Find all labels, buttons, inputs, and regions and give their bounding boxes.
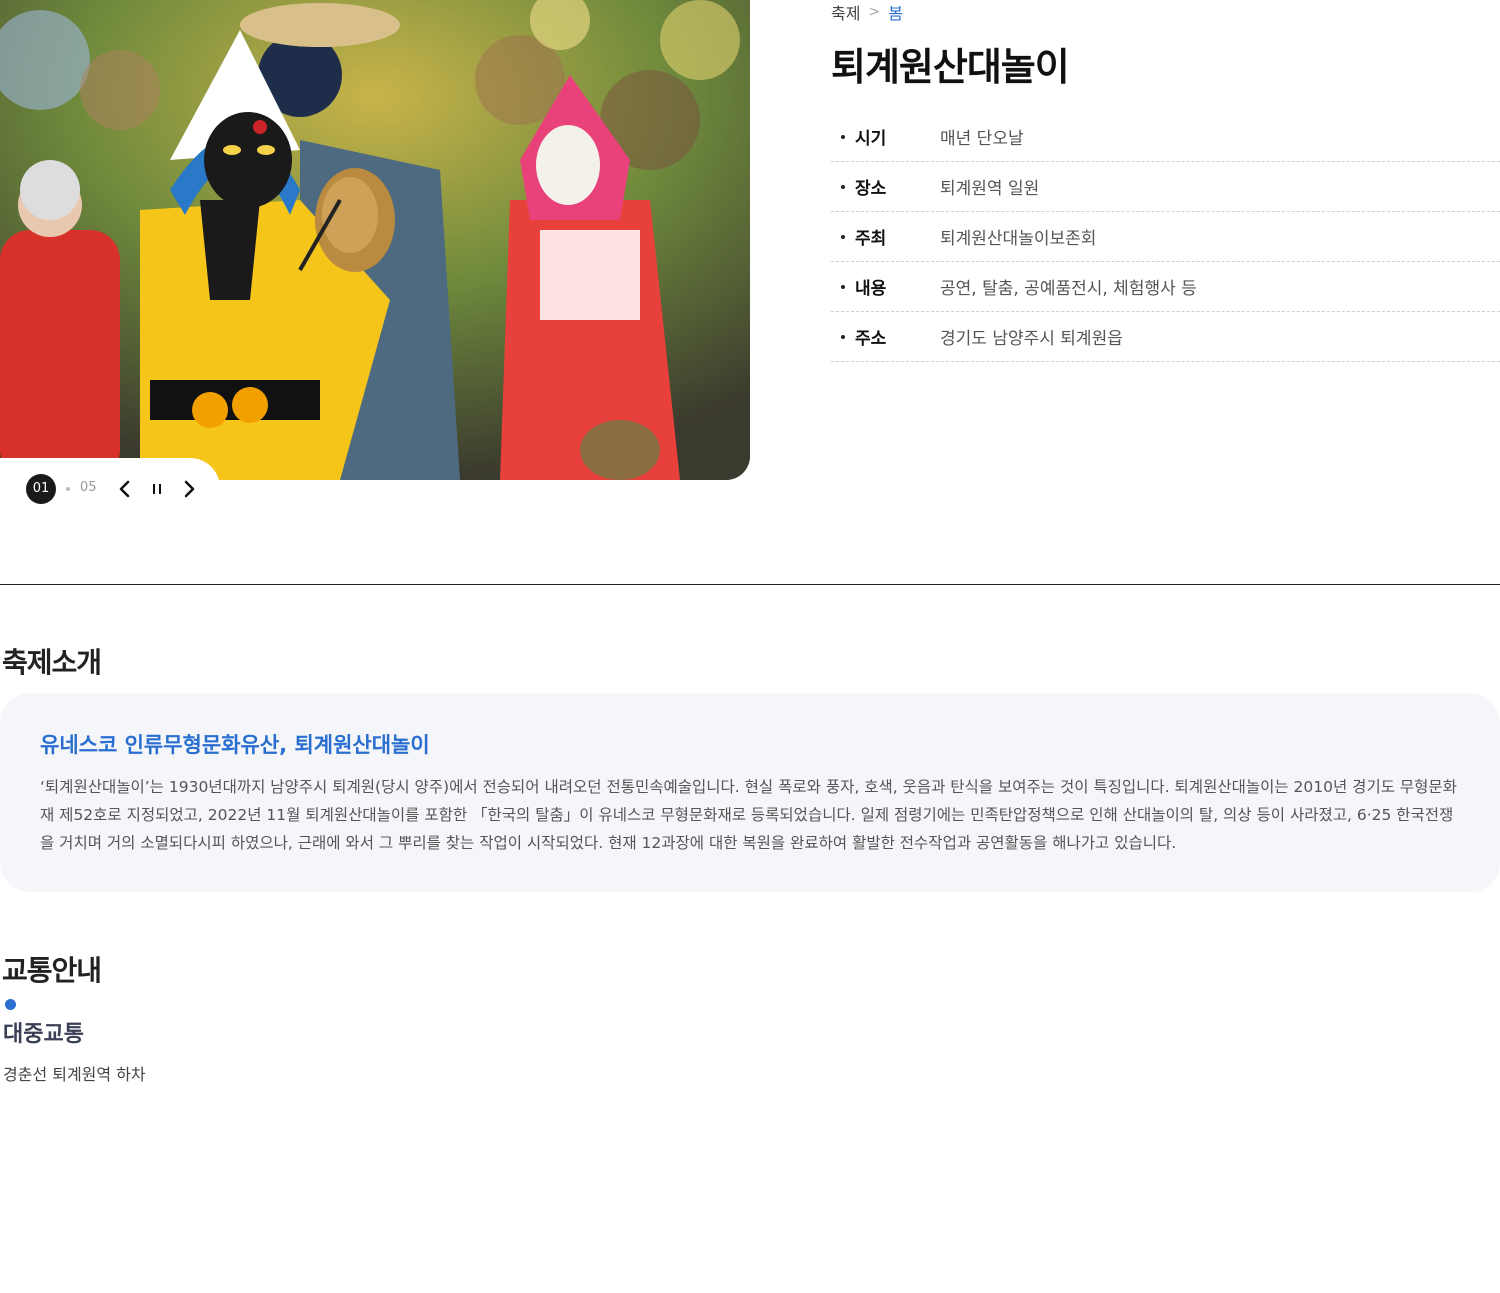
slide-prev-button[interactable] [112,476,138,502]
info-row-place: 장소 퇴계원역 일원 [831,162,1500,212]
info-label: 장소 [855,179,887,199]
info-row-address: 주소 경기도 남양주시 퇴계원읍 [831,312,1500,362]
info-row-host: 주최 퇴계원산대놀이보존회 [831,212,1500,262]
info-value: 경기도 남양주시 퇴계원읍 [940,329,1123,349]
breadcrumb-parent[interactable]: 축제 [831,0,860,24]
section-divider [0,584,1500,585]
bullet-icon [841,334,845,339]
festival-photo-illustration [0,0,750,480]
bullet-icon [841,184,845,189]
slide-separator-dot [66,487,70,491]
festival-photo [0,0,750,480]
info-row-content: 내용 공연, 탈춤, 공예품전시, 체험행사 등 [831,262,1500,312]
info-value: 퇴계원역 일원 [940,179,1040,199]
transport-text: 경춘선 퇴계원역 하차 [3,1065,146,1084]
breadcrumb-current[interactable]: 봄 [888,0,903,24]
transport-subtitle: 대중교통 [3,1022,84,1047]
info-row-period: 시기 매년 단오날 [831,112,1500,162]
slide-pause-button[interactable] [144,476,170,502]
intro-body: ‘퇴계원산대놀이’는 1930년대까지 남양주시 퇴계원(당시 양주)에서 전승… [40,778,1457,852]
info-value: 매년 단오날 [940,129,1024,149]
info-label: 내용 [855,279,887,299]
chevron-right-icon [184,480,195,498]
chevron-right-icon: > [868,4,881,20]
slide-next-button[interactable] [176,476,202,502]
pause-icon [153,484,161,494]
info-value: 공연, 탈춤, 공예품전시, 체험행사 등 [940,279,1197,299]
info-label: 주최 [855,229,887,249]
bullet-icon [841,284,845,289]
info-label: 시기 [855,129,887,149]
transport-section-title: 교통안내 [2,954,102,987]
breadcrumb: 축제 > 봄 [831,0,903,24]
intro-section-title: 축제소개 [2,646,102,679]
slide-current-index: 01 [26,474,56,504]
chevron-left-icon [119,480,130,498]
bullet-icon [841,134,845,139]
bullet-dot-icon [5,999,16,1010]
slide-total-count: 05 [80,480,97,495]
info-label: 주소 [855,329,887,349]
page-title: 퇴계원산대놀이 [831,45,1070,89]
slider-controls: 01 05 [0,458,220,520]
intro-heading: 유네스코 인류무형문화유산, 퇴계원산대놀이 [40,733,430,757]
info-value: 퇴계원산대놀이보존회 [940,229,1097,249]
intro-box: 유네스코 인류무형문화유산, 퇴계원산대놀이 ‘퇴계원산대놀이’는 1930년대… [0,693,1500,892]
festival-info-list: 시기 매년 단오날 장소 퇴계원역 일원 주최 퇴계원산대놀이보존회 내용 공연… [831,112,1500,362]
bullet-icon [841,234,845,239]
